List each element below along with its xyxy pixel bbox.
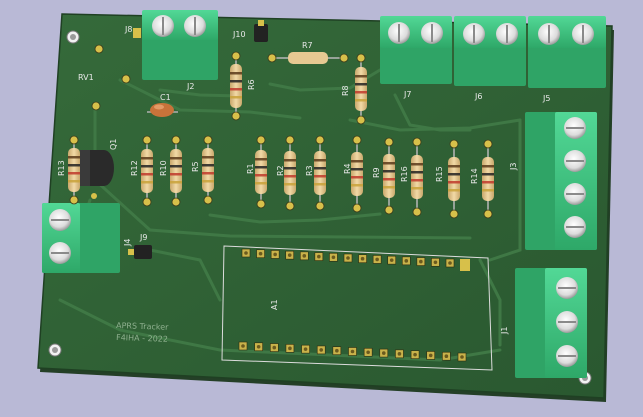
label-r6: R6 [247, 79, 256, 90]
a1-top-pin-hole [389, 258, 394, 262]
a1-bottom-pin-hole [428, 353, 433, 358]
a1-top-pin-hole [419, 259, 423, 264]
label-j10: J10 [232, 30, 246, 39]
a1-bottom-pin-hole [350, 349, 355, 354]
label-j7: J7 [403, 90, 411, 99]
a1-bottom-pin-hole [335, 348, 339, 353]
label-j9: J9 [139, 233, 147, 242]
label-r9: R9 [372, 167, 381, 178]
terminal-block-j7 [380, 16, 452, 84]
a1-top-pin-hole [375, 257, 379, 262]
a1-bottom-pin-hole [381, 351, 386, 355]
a1-bottom-pin-hole [288, 346, 292, 351]
label-r13: R13 [57, 160, 66, 176]
label-q1: Q1 [109, 139, 118, 150]
terminal-block-j5 [528, 16, 606, 88]
pcb-render: J8 J10 R7 J2 RV1 C1 J7 J6 J5 Q1 R6 R8 R1… [37, 10, 614, 402]
board-text-line1: APRS Tracker [116, 321, 169, 332]
a1-bottom-pin-hole [272, 345, 277, 350]
a1-bottom-pin-hole [241, 344, 245, 348]
label-r1: R1 [246, 163, 255, 174]
a1-bottom-pin-hole [256, 344, 261, 349]
terminal-block-j1 [515, 268, 587, 378]
label-j3: J3 [509, 163, 518, 171]
a1-bottom-pin-hole [397, 352, 402, 356]
terminal-block-j2 [142, 10, 218, 80]
label-a1: A1 [270, 299, 279, 310]
label-r7: R7 [302, 41, 313, 50]
a1-bottom-pin-hole [444, 354, 449, 359]
label-r8: R8 [341, 85, 350, 96]
pcb-3d-view: J8 J10 R7 J2 RV1 C1 J7 J6 J5 Q1 R6 R8 R1… [0, 0, 643, 413]
terminal-block-j3 [525, 112, 597, 250]
terminal-block-j6 [454, 16, 526, 86]
a1-top-pin-hole [258, 251, 263, 256]
a1-top-pin-hole [317, 254, 321, 259]
label-r14: R14 [470, 168, 479, 184]
a1-top-pin-hole [360, 256, 365, 261]
a1-bottom-pin-hole [319, 348, 324, 352]
label-r16: R16 [400, 166, 409, 182]
label-j8: J8 [124, 25, 132, 34]
a1-top-pin-hole [448, 261, 452, 265]
label-j5: J5 [542, 94, 550, 103]
label-r15: R15 [435, 166, 444, 182]
a1-top-pin-hole [244, 251, 248, 255]
a1-bottom-pin-hole [303, 347, 308, 351]
a1-top-pin-hole [302, 254, 307, 258]
label-r10: R10 [159, 160, 168, 176]
label-r4: R4 [343, 163, 352, 174]
a1-top-pin-hole [287, 253, 292, 257]
a1-bottom-pin-hole [460, 355, 464, 359]
a1-top-pin-hole [433, 260, 438, 265]
jumper-j8 [133, 28, 141, 38]
label-r2: R2 [276, 165, 285, 176]
a1-top-pin-hole [346, 256, 350, 260]
label-j2: J2 [186, 82, 194, 91]
a1-top-pin-hole [331, 255, 336, 260]
a1-bottom-pin-hole [366, 350, 370, 355]
a1-bottom-pin-hole [413, 352, 417, 357]
a1-top-pin-hole [404, 259, 409, 263]
label-j1: J1 [500, 327, 509, 335]
label-j6: J6 [474, 92, 482, 101]
a1-top-pin-hole [273, 252, 277, 257]
board-text-line2: F4IHA - 2022 [116, 333, 168, 344]
label-c1: C1 [160, 93, 171, 102]
label-r5: R5 [191, 161, 200, 172]
label-rv1: RV1 [78, 73, 94, 82]
label-r3: R3 [305, 165, 314, 176]
label-r12: R12 [130, 160, 139, 176]
terminal-block-j4 [42, 203, 120, 273]
label-j4: J4 [123, 239, 132, 247]
